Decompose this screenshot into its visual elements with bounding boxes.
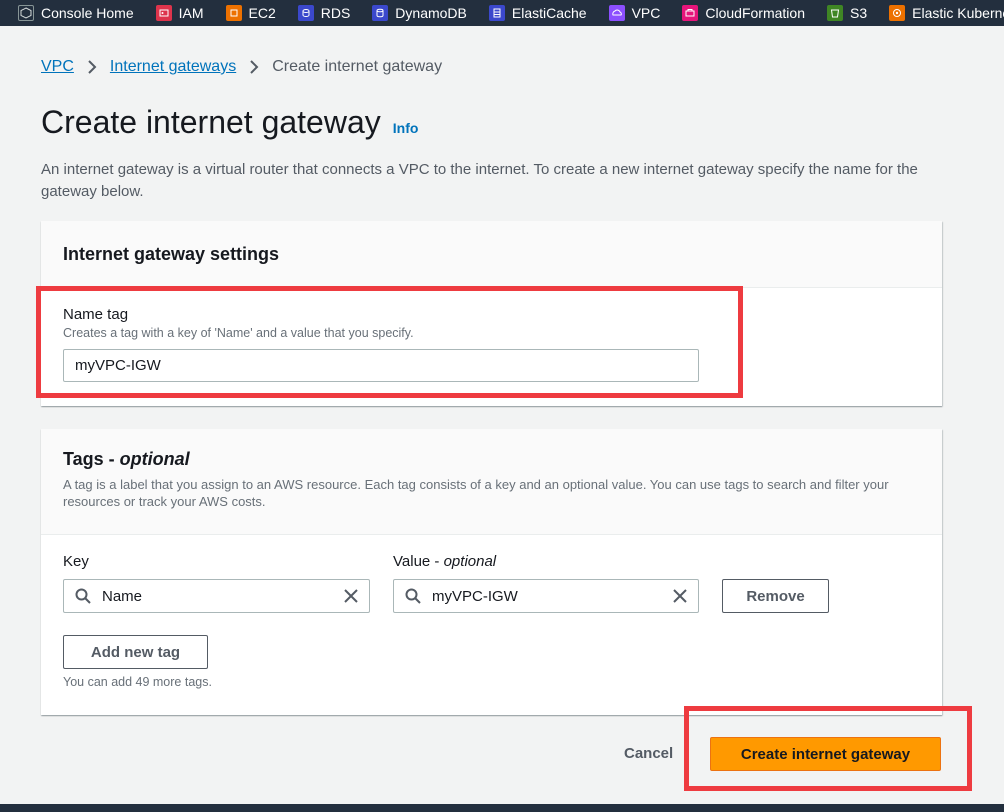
services-favorites-bar: Console Home IAM EC2 RDS DynamoDB Elasti…: [0, 0, 1004, 26]
dynamodb-icon: [372, 5, 389, 21]
settings-panel-title: Internet gateway settings: [63, 243, 280, 264]
tag-key-input[interactable]: Name: [63, 579, 370, 613]
service-label: ElastiCache: [511, 5, 587, 21]
chevron-right-icon: [249, 60, 259, 74]
iam-icon: [155, 5, 172, 21]
value-label-text: Value -: [393, 553, 444, 570]
service-elasticache[interactable]: ElastiCache: [488, 5, 587, 21]
service-label: Console Home: [41, 5, 134, 21]
footer-bar: [0, 804, 1004, 812]
tags-title-optional: optional: [119, 449, 190, 469]
breadcrumb-internet-gateways-link[interactable]: Internet gateways: [110, 58, 236, 76]
page-title: Create internet gateway Info: [41, 104, 418, 141]
tags-panel: Tags - optional A tag is a label that yo…: [41, 429, 942, 715]
service-s3[interactable]: S3: [827, 5, 867, 21]
tags-panel-title: Tags - optional: [63, 449, 920, 470]
service-eks[interactable]: Elastic Kubernetes Se: [889, 5, 1004, 21]
tag-value-input[interactable]: myVPC-IGW: [393, 579, 699, 613]
panel-header: Internet gateway settings: [41, 221, 942, 288]
service-label: VPC: [631, 5, 661, 21]
ec2-icon: [225, 5, 242, 21]
service-dynamodb[interactable]: DynamoDB: [372, 5, 467, 21]
service-ec2[interactable]: EC2: [225, 5, 276, 21]
elasticache-icon: [488, 5, 505, 21]
s3-icon: [827, 5, 843, 21]
close-icon[interactable]: [671, 587, 689, 605]
panel-header: Tags - optional A tag is a label that yo…: [41, 429, 942, 535]
tags-remaining-hint: You can add 49 more tags.: [63, 675, 212, 689]
service-label: DynamoDB: [395, 5, 467, 21]
highlight-box-create-button: [684, 706, 972, 791]
service-cloudformation[interactable]: CloudFormation: [682, 5, 805, 21]
service-console-home[interactable]: Console Home: [18, 5, 134, 21]
info-link[interactable]: Info: [393, 120, 419, 136]
cancel-button[interactable]: Cancel: [624, 745, 673, 762]
tag-key-value: Name: [102, 587, 143, 605]
rds-icon: [297, 5, 314, 21]
breadcrumb-current: Create internet gateway: [272, 58, 443, 75]
service-vpc[interactable]: VPC: [608, 5, 661, 21]
remove-tag-button[interactable]: Remove: [722, 579, 829, 613]
vpc-icon: [608, 5, 625, 21]
chevron-right-icon: [87, 60, 97, 74]
service-label: CloudFormation: [705, 5, 805, 21]
value-label-optional: optional: [443, 553, 497, 570]
service-iam[interactable]: IAM: [155, 5, 204, 21]
service-label: EC2: [248, 5, 276, 21]
value-label: Value - optional: [393, 553, 496, 570]
search-icon: [74, 587, 92, 605]
service-label: RDS: [320, 5, 351, 21]
page-description: An internet gateway is a virtual router …: [41, 161, 918, 200]
console-home-icon: [18, 5, 34, 21]
service-label: S3: [850, 5, 868, 21]
tags-description: A tag is a label that you assign to an A…: [63, 477, 889, 509]
service-rds[interactable]: RDS: [297, 5, 351, 21]
eks-icon: [889, 5, 906, 21]
page-title-text: Create internet gateway: [41, 104, 381, 140]
service-label: Elastic Kubernetes Se: [912, 5, 1004, 21]
highlight-box-name-tag: [36, 286, 743, 398]
tag-value-value: myVPC-IGW: [432, 587, 518, 605]
service-label: IAM: [178, 5, 204, 21]
breadcrumb: VPC Internet gateways Create internet ga…: [41, 58, 442, 76]
close-icon[interactable]: [342, 587, 360, 605]
cloudformation-icon: [682, 5, 699, 21]
add-new-tag-button[interactable]: Add new tag: [63, 635, 208, 669]
search-icon: [404, 587, 422, 605]
key-label: Key: [63, 553, 89, 570]
breadcrumb-vpc-link[interactable]: VPC: [41, 58, 74, 76]
tags-title-text: Tags -: [63, 449, 120, 469]
